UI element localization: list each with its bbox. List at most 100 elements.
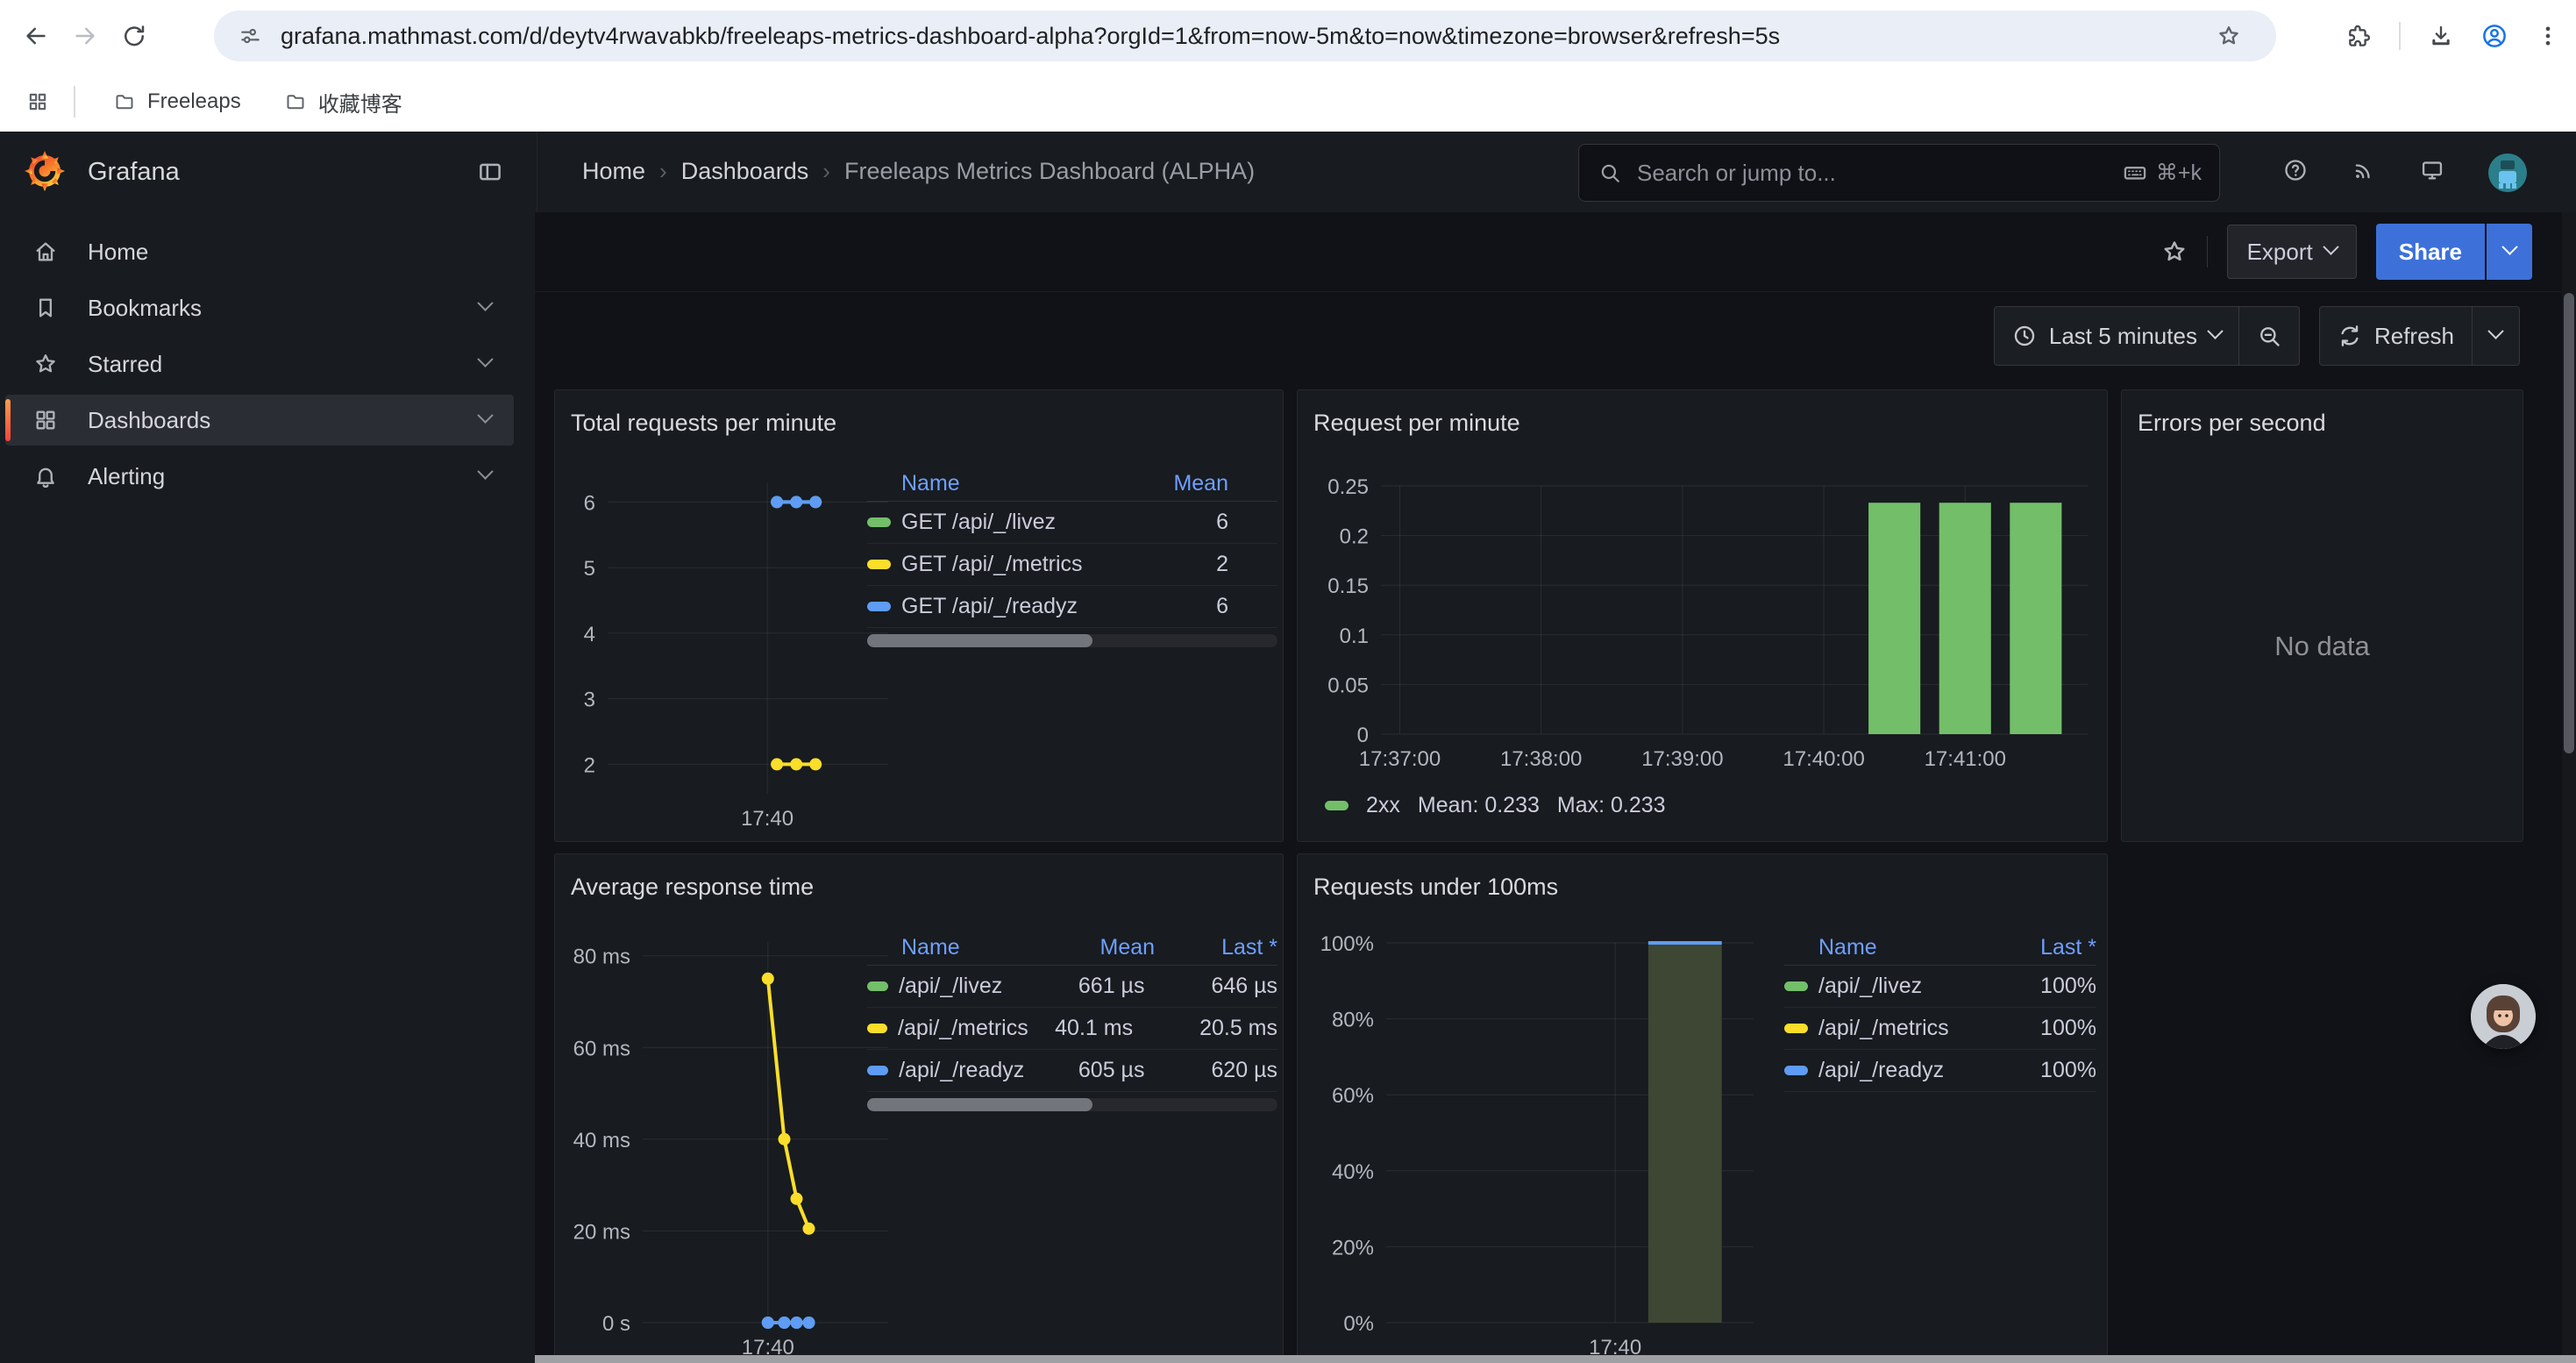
export-button[interactable]: Export <box>2227 225 2357 279</box>
extensions-icon[interactable] <box>2346 24 2371 48</box>
menu-kebab-icon[interactable] <box>2536 24 2560 48</box>
legend-row[interactable]: GET /api/_/readyz6 <box>867 586 1277 628</box>
help-icon[interactable] <box>2283 158 2308 182</box>
monitor-icon[interactable] <box>2420 158 2444 182</box>
download-icon[interactable] <box>2429 24 2453 48</box>
series-color-pill <box>867 981 888 991</box>
svg-text:2: 2 <box>584 753 595 777</box>
legend-column-mean[interactable]: Mean <box>1121 471 1228 496</box>
brand-name[interactable]: Grafana <box>88 158 180 187</box>
vertical-scrollbar-thumb[interactable] <box>2564 293 2574 753</box>
bookmark-label: Freeleaps <box>147 89 241 114</box>
legend-column-last[interactable]: Last * <box>1155 935 1277 960</box>
legend-scrollbar-thumb[interactable] <box>867 634 1092 647</box>
bookmark-star-icon[interactable] <box>2217 24 2241 48</box>
grafana-logo-icon[interactable] <box>25 151 65 191</box>
svg-text:17:37:00: 17:37:00 <box>1359 747 1441 771</box>
legend-cell-last: 100% <box>1991 1016 2096 1041</box>
legend-row[interactable]: /api/_/readyz100% <box>1784 1050 2096 1092</box>
assistant-avatar[interactable] <box>2471 984 2536 1049</box>
panel-title[interactable]: Average response time <box>571 874 814 901</box>
panel-title[interactable]: Requests under 100ms <box>1313 874 1558 901</box>
legend-row[interactable]: GET /api/_/livez6 <box>867 502 1277 544</box>
svg-text:4: 4 <box>584 623 595 646</box>
search-shortcut: ⌘+k <box>2103 160 2202 186</box>
legend-header: NameLast * <box>1784 930 2096 966</box>
horizontal-scrollbar-thumb[interactable] <box>535 1355 2576 1363</box>
legend-row[interactable]: GET /api/_/metrics2 <box>867 544 1277 586</box>
legend-row[interactable]: /api/_/livez661 µs646 µs <box>867 966 1277 1008</box>
legend-scrollbar[interactable] <box>867 634 1277 647</box>
share-button-group: Share <box>2376 224 2532 280</box>
refresh-button[interactable]: Refresh <box>2320 307 2472 365</box>
legend-row[interactable]: /api/_/readyz605 µs620 µs <box>867 1050 1277 1092</box>
home-icon <box>33 239 58 264</box>
legend-row[interactable]: /api/_/livez100% <box>1784 966 2096 1008</box>
favorite-star-icon[interactable] <box>2161 239 2188 265</box>
sidebar-toggle-icon[interactable] <box>477 159 503 185</box>
refresh-group: Refresh <box>2319 306 2520 366</box>
panel-title[interactable]: Total requests per minute <box>571 410 836 437</box>
legend-column-name[interactable]: Name <box>901 935 1063 960</box>
legend-scrollbar[interactable] <box>867 1098 1277 1111</box>
search-box[interactable]: ⌘+k <box>1578 144 2220 202</box>
sidebar-item-alerting[interactable]: Alerting <box>5 451 514 502</box>
zoom-out-button[interactable] <box>2239 307 2299 365</box>
legend-row[interactable]: /api/_/metrics100% <box>1784 1008 2096 1050</box>
bookmark-folder[interactable]: 收藏博客 <box>269 80 418 125</box>
chevron-down-icon <box>477 351 493 367</box>
svg-text:0.1: 0.1 <box>1340 624 1369 648</box>
sidebar-item-starred[interactable]: Starred <box>5 339 514 389</box>
series-name[interactable]: 2xx <box>1366 793 1400 818</box>
grid-icon <box>33 408 58 432</box>
breadcrumb-item[interactable]: Dashboards <box>681 158 809 185</box>
refresh-interval-dropdown[interactable] <box>2473 307 2519 365</box>
back-icon[interactable] <box>23 23 49 49</box>
bookmark-icon <box>33 296 58 320</box>
legend-request-per-minute[interactable]: 2xxMean: 0.233Max: 0.233 <box>1325 793 1666 818</box>
bookmark-folder[interactable]: Freeleaps <box>98 82 257 121</box>
share-dropdown-button[interactable] <box>2487 224 2532 280</box>
address-bar[interactable]: grafana.mathmast.com/d/deytv4rwavabkb/fr… <box>214 11 2276 61</box>
panel-errors-per-second: Errors per second No data <box>2121 389 2523 842</box>
legend-cell-last: 100% <box>1991 1058 2096 1083</box>
apps-grid-icon[interactable] <box>26 90 49 113</box>
svg-text:5: 5 <box>584 557 595 581</box>
sidebar-item-dashboards[interactable]: Dashboards <box>5 395 514 446</box>
svg-text:20%: 20% <box>1332 1236 1374 1260</box>
star-icon <box>33 352 58 376</box>
search-input[interactable] <box>1635 159 2103 188</box>
sidebar-item-bookmarks[interactable]: Bookmarks <box>5 282 514 333</box>
svg-text:6: 6 <box>584 491 595 515</box>
folder-icon <box>114 91 135 112</box>
legend-column-name[interactable]: Name <box>901 471 1121 496</box>
panel-title[interactable]: Request per minute <box>1313 410 1520 437</box>
user-avatar[interactable] <box>2488 153 2527 192</box>
news-rss-icon[interactable] <box>2352 158 2376 182</box>
legend-column-name[interactable]: Name <box>1818 935 1991 960</box>
sidebar: HomeBookmarks Starred DashboardsAlerting <box>0 212 536 1363</box>
svg-text:0 s: 0 s <box>602 1312 630 1336</box>
chevron-down-icon <box>477 407 493 423</box>
sidebar-item-home[interactable]: Home <box>5 226 514 277</box>
breadcrumb-item[interactable]: Home <box>582 158 645 185</box>
reload-icon[interactable] <box>121 23 147 49</box>
panel-requests-under-100ms: Requests under 100ms 100%80%60%40%20%0%1… <box>1297 853 2108 1363</box>
breadcrumb-separator: › <box>822 158 830 185</box>
time-range-picker[interactable]: Last 5 minutes <box>1995 307 2238 365</box>
legend-column-last[interactable]: Last * <box>1991 935 2096 960</box>
site-info-icon[interactable] <box>238 25 261 47</box>
share-button[interactable]: Share <box>2376 224 2485 280</box>
legend-scrollbar-thumb[interactable] <box>867 1098 1092 1111</box>
legend-cell-name: /api/_/metrics <box>1818 1016 1991 1041</box>
profile-icon[interactable] <box>2481 23 2508 49</box>
legend-column-mean[interactable]: Mean <box>1063 935 1155 960</box>
request-per-minute-chart: 0.250.20.150.10.05017:37:0017:38:0017:39… <box>1298 460 2108 842</box>
legend-row[interactable]: /api/_/metrics40.1 ms20.5 ms <box>867 1008 1277 1050</box>
no-data-message: No data <box>2122 390 2523 841</box>
forward-icon[interactable] <box>72 23 98 49</box>
max-stat: Max: 0.233 <box>1557 793 1666 818</box>
url-text[interactable]: grafana.mathmast.com/d/deytv4rwavabkb/fr… <box>281 23 2276 50</box>
legend-cell-mean: 40.1 ms <box>1048 1016 1133 1041</box>
svg-text:0.2: 0.2 <box>1340 525 1369 549</box>
